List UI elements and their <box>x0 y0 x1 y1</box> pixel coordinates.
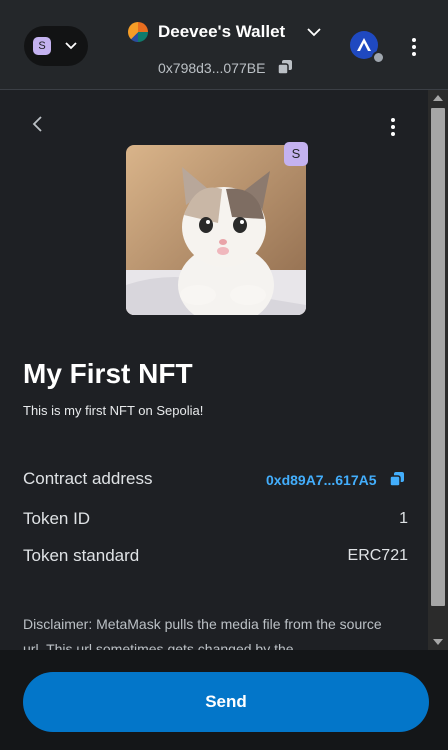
nft-title: My First NFT <box>23 358 193 389</box>
nft-options-icon[interactable] <box>391 118 395 139</box>
nft-image <box>126 145 306 315</box>
network-badge: S <box>284 142 308 166</box>
back-arrow-icon[interactable] <box>31 115 43 133</box>
copy-icon[interactable] <box>277 59 293 75</box>
copy-icon[interactable] <box>389 471 405 487</box>
token-standard-value: ERC721 <box>347 547 408 564</box>
app-header: S Deevee's Wallet 0x798d3...077BE <box>0 0 448 90</box>
chevron-down-icon[interactable] <box>306 26 322 38</box>
scroll-up-arrow-icon[interactable] <box>433 95 443 101</box>
scroll-down-arrow-icon[interactable] <box>433 639 443 645</box>
contract-address-link[interactable]: 0xd89A7...617A5 <box>266 472 377 488</box>
send-button[interactable]: Send <box>23 672 429 732</box>
nft-details-panel: S My First NFT This is my first NFT on S… <box>0 90 428 650</box>
account-avatar-icon[interactable] <box>128 22 148 42</box>
chevron-down-icon <box>65 42 77 50</box>
connected-site-icon[interactable] <box>350 31 385 64</box>
network-picker[interactable]: S <box>24 26 88 66</box>
account-address: 0x798d3...077BE <box>158 60 266 76</box>
nft-description: This is my first NFT on Sepolia! <box>23 403 204 418</box>
kebab-menu-icon[interactable] <box>412 38 416 59</box>
account-name[interactable]: Deevee's Wallet <box>158 22 285 42</box>
connection-status-dot <box>372 51 385 64</box>
contract-address-label: Contract address <box>23 469 153 488</box>
scrollbar-thumb[interactable] <box>431 108 445 606</box>
network-avatar: S <box>33 37 51 55</box>
token-id-value: 1 <box>399 510 408 527</box>
scrollbar[interactable] <box>428 90 448 650</box>
token-id-label: Token ID <box>23 509 91 528</box>
footer: Send <box>0 650 448 750</box>
token-standard-label: Token standard <box>23 546 140 565</box>
disclaimer-text: Disclaimer: MetaMask pulls the media fil… <box>23 616 382 650</box>
cat-photo-icon <box>126 145 306 315</box>
